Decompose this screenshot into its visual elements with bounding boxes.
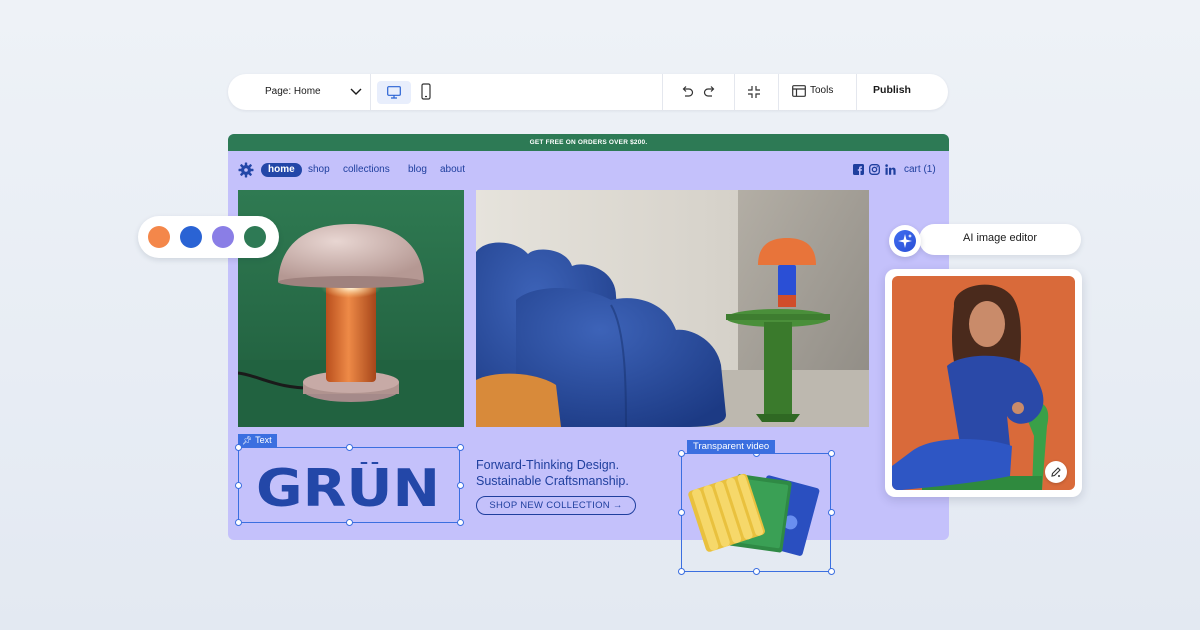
toolbar-divider	[778, 74, 779, 110]
transparent-video-selection[interactable]	[681, 453, 831, 572]
color-swatch-purple[interactable]	[212, 226, 234, 248]
resize-handle[interactable]	[828, 450, 835, 457]
nav-collections[interactable]: collections	[343, 163, 390, 177]
resize-handle[interactable]	[235, 519, 242, 526]
ai-sparkle-button[interactable]	[889, 225, 921, 257]
pin-icon: 📌︎	[242, 434, 252, 447]
tagline-line-2: Sustainable Craftsmanship.	[476, 473, 629, 489]
resize-handle[interactable]	[346, 444, 353, 451]
toolbar-divider	[370, 74, 371, 110]
color-swatch-orange[interactable]	[148, 226, 170, 248]
resize-handle[interactable]	[235, 482, 242, 489]
nav-blog[interactable]: blog	[408, 163, 427, 177]
resize-handle[interactable]	[235, 444, 242, 451]
undo-icon[interactable]	[680, 85, 694, 99]
resize-handle[interactable]	[753, 568, 760, 575]
color-palette	[138, 216, 279, 258]
resize-handle[interactable]	[678, 568, 685, 575]
resize-handle[interactable]	[457, 444, 464, 451]
promo-banner: GET FREE ON ORDERS OVER $200.	[228, 134, 949, 151]
edit-image-button[interactable]	[1045, 461, 1067, 483]
collapse-icon[interactable]	[747, 85, 761, 99]
tools-icon	[792, 85, 806, 97]
desktop-view-button[interactable]	[377, 81, 411, 104]
page-selector[interactable]: Page: Home	[228, 74, 370, 110]
brand-logo-text: GRÜN	[256, 462, 440, 512]
editor-toolbar: Page: Home Tools Publish	[228, 74, 948, 110]
portrait-photo[interactable]	[892, 276, 1075, 490]
sparkle-icon	[894, 230, 916, 252]
hero-tagline: Forward-Thinking Design. Sustainable Cra…	[476, 457, 629, 489]
publish-button[interactable]: Publish	[862, 84, 922, 96]
resize-handle[interactable]	[828, 568, 835, 575]
color-swatch-blue[interactable]	[180, 226, 202, 248]
desktop-icon	[387, 86, 401, 99]
brand-logo-selection[interactable]: GRÜN	[238, 447, 460, 523]
shop-new-collection-button[interactable]: SHOP NEW COLLECTION →	[476, 496, 636, 515]
edit-image-icon	[1050, 466, 1062, 478]
toolbar-divider	[734, 74, 735, 110]
resize-handle[interactable]	[828, 509, 835, 516]
ai-image-editor-label: AI image editor	[919, 232, 1081, 244]
instagram-icon[interactable]	[869, 164, 880, 175]
ai-image-card	[885, 269, 1082, 497]
nav-shop[interactable]: shop	[308, 163, 330, 177]
toolbar-divider	[662, 74, 663, 110]
toolbar-divider	[856, 74, 857, 110]
nav-cart[interactable]: cart (1)	[904, 163, 936, 177]
resize-handle[interactable]	[678, 509, 685, 516]
resize-handle[interactable]	[457, 482, 464, 489]
tools-label: Tools	[810, 85, 833, 96]
text-tag-label: Text	[255, 435, 272, 445]
transparent-video-tag[interactable]: Transparent video	[687, 440, 775, 454]
page-selector-label: Page: Home	[265, 86, 321, 97]
sofa-interior-image[interactable]	[476, 190, 869, 427]
resize-handle[interactable]	[457, 519, 464, 526]
resize-handle[interactable]	[346, 519, 353, 526]
mobile-icon[interactable]	[418, 83, 434, 101]
brand-logo: GRÜN	[255, 462, 441, 512]
tagline-line-1: Forward-Thinking Design.	[476, 457, 629, 473]
resize-handle[interactable]	[678, 450, 685, 457]
chevron-down-icon	[350, 87, 362, 97]
linkedin-icon[interactable]	[885, 164, 896, 175]
facebook-icon[interactable]	[853, 164, 864, 175]
gear-logo-icon[interactable]	[238, 162, 254, 178]
site-canvas: GET FREE ON ORDERS OVER $200. home shop …	[228, 134, 949, 540]
tools-button[interactable]: Tools	[792, 84, 872, 100]
ai-image-editor-pill[interactable]: AI image editor	[919, 224, 1081, 255]
nav-home[interactable]: home	[261, 163, 302, 177]
nav-about[interactable]: about	[440, 163, 465, 177]
color-swatch-green[interactable]	[244, 226, 266, 248]
text-element-tag[interactable]: 📌︎Text	[238, 434, 277, 447]
redo-icon[interactable]	[703, 85, 717, 99]
